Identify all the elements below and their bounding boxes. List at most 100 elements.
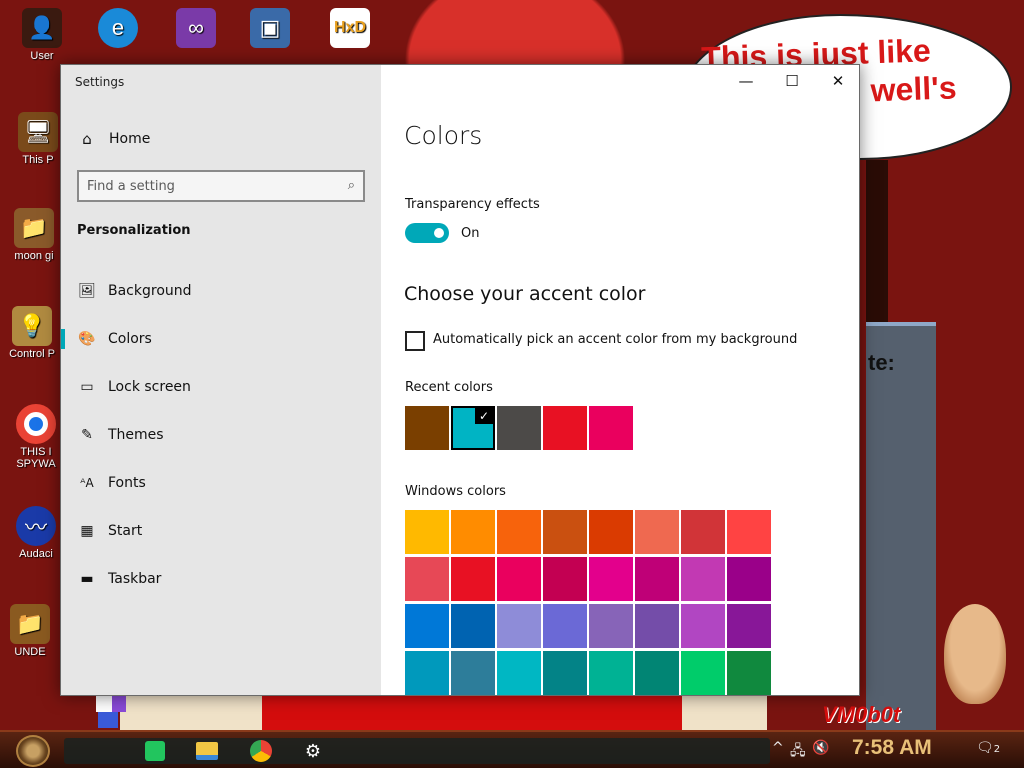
windows-color-swatch[interactable] xyxy=(727,604,771,648)
search-box: ⌕ xyxy=(77,170,365,202)
desktop-icon-edge[interactable]: e xyxy=(88,8,148,50)
volume-muted-icon[interactable]: 🔇 xyxy=(812,740,829,756)
windows-color-swatch[interactable] xyxy=(497,604,541,648)
windows-color-swatch[interactable] xyxy=(681,604,725,648)
background-window-panel xyxy=(866,322,936,730)
minimize-button[interactable]: — xyxy=(723,65,769,97)
windows-color-swatch[interactable] xyxy=(681,651,725,695)
windows-color-swatch[interactable] xyxy=(635,651,679,695)
desktop-icon-user[interactable]: 👤 User xyxy=(12,8,72,62)
desktop-icon-audacity[interactable]: 〰 Audaci xyxy=(6,506,66,560)
windows-color-swatch[interactable] xyxy=(635,557,679,601)
windows-color-swatch[interactable] xyxy=(451,604,495,648)
desktop-icon-label: SPYWA xyxy=(16,458,56,470)
desktop-icon-label: moon gi xyxy=(14,250,54,262)
windows-color-swatch[interactable] xyxy=(543,651,587,695)
desktop-icon-label: Control P xyxy=(9,348,55,360)
decorative-strip xyxy=(682,696,767,730)
windows-color-swatch[interactable] xyxy=(681,557,725,601)
notification-count: 2 xyxy=(993,744,1001,755)
windows-color-swatch[interactable] xyxy=(635,604,679,648)
maximize-button[interactable]: ☐ xyxy=(769,65,815,97)
start-button[interactable] xyxy=(16,735,50,767)
windows-colors-label: Windows colors xyxy=(405,484,506,499)
windows-color-swatch[interactable] xyxy=(451,557,495,601)
windows-color-swatch[interactable] xyxy=(543,604,587,648)
windows-color-swatch[interactable] xyxy=(497,557,541,601)
windows-color-swatch[interactable] xyxy=(589,651,633,695)
windows-color-swatch[interactable] xyxy=(589,557,633,601)
nav-home[interactable]: ⌂ Home xyxy=(77,129,150,149)
taskbar: ⚙ ^ 🖧 🔇 7:58 AM 🗨2 xyxy=(0,730,1024,768)
sidebar-item-lock-screen[interactable]: ▭ Lock screen xyxy=(61,367,381,407)
windows-color-swatch[interactable] xyxy=(681,510,725,554)
recent-color-swatch[interactable] xyxy=(497,406,541,450)
taskbar-app-notes[interactable] xyxy=(142,738,168,764)
virtualbox-icon: ▣ xyxy=(250,8,290,48)
decorative-strip xyxy=(120,696,265,730)
this-pc-icon: 🖥 xyxy=(18,112,58,152)
sidebar-item-label: Themes xyxy=(108,427,164,443)
notes-icon xyxy=(145,741,165,761)
recent-color-swatch[interactable] xyxy=(589,406,633,450)
desktop-icon-chrome[interactable]: THIS I SPYWA xyxy=(6,404,66,470)
windows-color-swatch[interactable] xyxy=(589,604,633,648)
windows-color-swatch[interactable] xyxy=(497,651,541,695)
transparency-toggle[interactable] xyxy=(405,223,449,243)
network-icon[interactable]: 🖧 xyxy=(790,740,806,764)
desktop-icon-this-pc[interactable]: 🖥 This P xyxy=(8,112,68,166)
tray-chevron-icon[interactable]: ^ xyxy=(772,740,784,756)
sidebar-item-taskbar[interactable]: ▬ Taskbar xyxy=(61,559,381,599)
taskbar-app-chrome[interactable] xyxy=(248,738,274,764)
recent-color-swatch[interactable] xyxy=(405,406,449,450)
search-icon: ⌕ xyxy=(347,178,355,193)
folder-icon: 📁 xyxy=(10,604,50,644)
windows-color-swatch[interactable] xyxy=(405,557,449,601)
windows-color-swatch[interactable] xyxy=(405,510,449,554)
windows-color-swatch[interactable] xyxy=(589,510,633,554)
taskbar-app-settings[interactable]: ⚙ xyxy=(300,738,326,764)
sidebar-item-colors[interactable]: 🎨 Colors xyxy=(61,319,381,359)
windows-color-swatch[interactable] xyxy=(727,651,771,695)
windows-color-swatch[interactable] xyxy=(405,604,449,648)
search-input[interactable] xyxy=(87,177,337,195)
windows-color-swatch[interactable] xyxy=(497,510,541,554)
edge-icon: e xyxy=(98,8,138,48)
sidebar-item-label: Start xyxy=(108,523,143,539)
sidebar-item-label: Taskbar xyxy=(108,571,162,587)
recent-color-swatch[interactable] xyxy=(543,406,587,450)
desktop-icon-visual-studio[interactable]: ∞ xyxy=(166,8,226,50)
windows-color-swatch[interactable] xyxy=(451,510,495,554)
desktop-icon-label: THIS I xyxy=(20,446,52,458)
windows-color-swatch[interactable] xyxy=(635,510,679,554)
taskbar-clock[interactable]: 7:58 AM xyxy=(852,736,932,760)
moon-folder-icon: 📁 xyxy=(14,208,54,248)
sidebar-item-themes[interactable]: ✎ Themes xyxy=(61,415,381,455)
taskbar-app-file-explorer[interactable] xyxy=(194,738,220,764)
vm-watermark-text: VM0b0t xyxy=(822,702,901,727)
auto-pick-checkbox[interactable] xyxy=(405,331,425,351)
desktop-icon-moon[interactable]: 📁 moon gi xyxy=(4,208,64,262)
notifications-icon[interactable]: 🗨2 xyxy=(976,740,1000,756)
audacity-icon: 〰 xyxy=(16,506,56,546)
windows-color-swatch[interactable] xyxy=(543,510,587,554)
brush-icon: ✎ xyxy=(81,427,93,443)
windows-color-swatch[interactable] xyxy=(727,557,771,601)
desktop-icon-folder[interactable]: 📁 UNDE xyxy=(0,604,60,658)
windows-color-swatch[interactable] xyxy=(405,651,449,695)
sidebar-item-background[interactable]: 🖼 Background xyxy=(61,271,381,311)
desktop-icon-virtualbox[interactable]: ▣ xyxy=(240,8,300,50)
windows-color-swatch[interactable] xyxy=(451,651,495,695)
windows-color-swatch[interactable] xyxy=(543,557,587,601)
desktop-icon-hxd[interactable]: HxD xyxy=(320,8,380,50)
sidebar-item-start[interactable]: ▦ Start xyxy=(61,511,381,551)
desktop-icon-control-panel[interactable]: 💡 Control P xyxy=(2,306,62,360)
recent-colors-label: Recent colors xyxy=(405,380,493,395)
settings-sidebar: Settings ⌂ Home ⌕ Personalization 🖼 Back… xyxy=(61,65,381,695)
recent-color-swatch[interactable]: ✓ xyxy=(451,406,495,450)
window-title: Settings xyxy=(75,75,125,89)
close-button[interactable]: ✕ xyxy=(815,65,859,97)
windows-color-swatch[interactable] xyxy=(727,510,771,554)
sidebar-item-fonts[interactable]: ᴬA Fonts xyxy=(61,463,381,503)
desktop-icon-label: Audaci xyxy=(19,548,53,560)
